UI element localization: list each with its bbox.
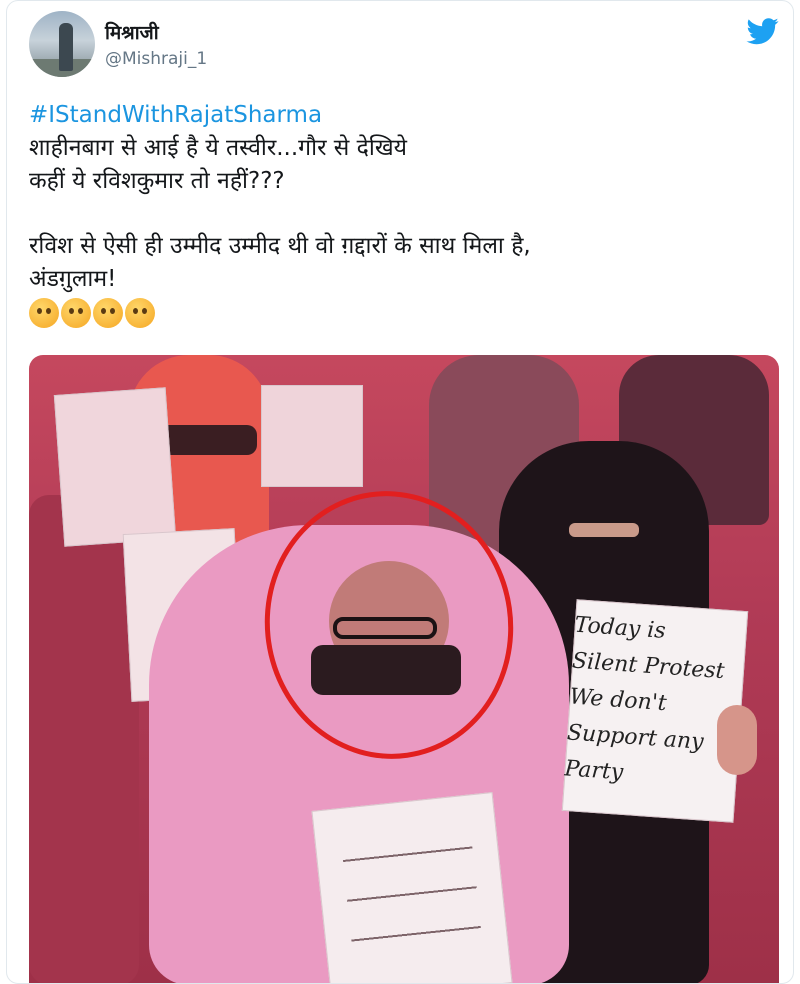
user-name[interactable]: मिश्राजी (105, 19, 159, 45)
user-handle[interactable]: @Mishraji_1 (105, 49, 207, 69)
tweet-line-3: रविश से ऐसी ही उम्मीद उम्मीद थी वो ग़द्द… (29, 233, 531, 259)
protest-sign-right-text: Today is Silent Protest We don't Support… (563, 608, 736, 809)
tweet-text: #IStandWithRajatSharma शाहीनबाग से आई है… (29, 99, 769, 328)
tweet-card[interactable]: मिश्राजी @Mishraji_1 #IStandWithRajatSha… (6, 0, 794, 984)
thinking-face-icon (61, 298, 91, 328)
protest-sign-top-middle (261, 385, 363, 487)
avatar[interactable] (29, 11, 95, 77)
tweet-line-2: कहीं ये रविशकुमार तो नहीं??? (29, 168, 285, 194)
twitter-bird-icon[interactable] (745, 15, 781, 47)
urdu-script-lines (341, 828, 483, 962)
hashtag-link[interactable]: #IStandWithRajatSharma (29, 99, 769, 132)
niqab-eyes (569, 523, 639, 537)
avatar-figure (59, 23, 73, 71)
person-left-edge (29, 495, 139, 983)
tweet-line-1: शाहीनबाग से आई है ये तस्वीर...गौर से देख… (29, 135, 407, 161)
thinking-face-icon (93, 298, 123, 328)
emoji-row (29, 298, 769, 328)
tweet-line-4: अंडग़ुलाम! (29, 266, 117, 292)
protest-sign-left-top (53, 387, 177, 547)
thinking-face-icon (125, 298, 155, 328)
thinking-face-icon (29, 298, 59, 328)
